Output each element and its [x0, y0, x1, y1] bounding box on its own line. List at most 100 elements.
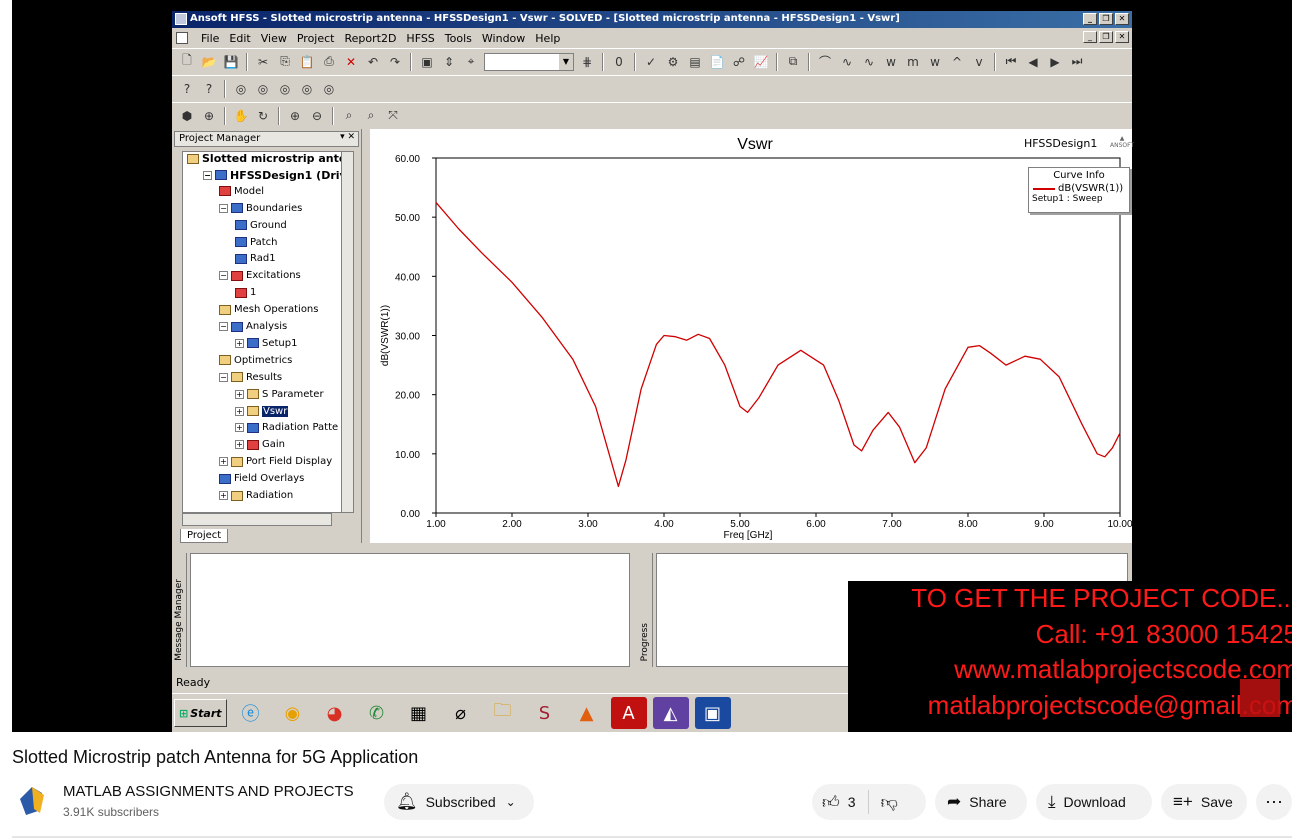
tree-item[interactable]: + Vswr — [235, 405, 289, 417]
hfss-icon[interactable]: ◭ — [652, 697, 689, 729]
download-button[interactable]: ⤓ Download — [1036, 784, 1152, 820]
menu-view[interactable]: View — [256, 32, 292, 45]
menu-tools[interactable]: Tools — [440, 32, 477, 45]
view5-icon[interactable]: ◎ — [320, 80, 338, 98]
minimize-button[interactable]: _ — [1083, 13, 1097, 25]
material-combo[interactable]: ▼ — [484, 52, 574, 71]
save-icon[interactable]: 💾 — [222, 53, 240, 71]
tree-item[interactable]: Optimetrics — [219, 355, 292, 366]
matlab-icon[interactable]: ▲ — [569, 697, 605, 729]
validate-icon[interactable]: ✓ — [642, 53, 660, 71]
last-icon[interactable]: ⏭ — [1068, 53, 1086, 71]
cut-icon[interactable]: ✂ — [254, 53, 272, 71]
share-button[interactable]: ➦ Share — [935, 784, 1027, 820]
view-icon[interactable]: ◎ — [232, 80, 250, 98]
draw-m-icon[interactable]: m — [904, 53, 922, 71]
zoom-fit-icon[interactable]: ⌕ — [340, 107, 358, 125]
tree-expander-icon[interactable]: − — [219, 322, 228, 331]
tab-project[interactable]: Project — [180, 529, 229, 543]
tree-item[interactable]: − HFSSDesign1 (Driv — [203, 169, 347, 182]
tree-item[interactable]: Model — [219, 186, 264, 197]
doc-restore-button[interactable]: ❐ — [1099, 31, 1113, 43]
tree-item[interactable]: + Gain — [235, 439, 285, 450]
menu-window[interactable]: Window — [477, 32, 530, 45]
tree-item[interactable]: + Radiation — [219, 490, 293, 501]
tree-item[interactable]: 1 — [235, 287, 256, 298]
acrobat-icon[interactable]: A — [610, 697, 647, 729]
draw-w-icon[interactable]: w — [882, 53, 900, 71]
save-button[interactable]: ≡+ Save — [1161, 784, 1247, 820]
media-player-icon[interactable]: ◉ — [275, 697, 311, 729]
draw-v-icon[interactable]: v — [970, 53, 988, 71]
tree-item[interactable]: Field Overlays — [219, 473, 304, 484]
fit-all-icon[interactable]: ⤧ — [384, 107, 402, 125]
tree-item[interactable]: + Setup1 — [235, 338, 297, 349]
draw-w2-icon[interactable]: w — [926, 53, 944, 71]
draw-arc-icon[interactable]: ⌒ — [816, 53, 834, 71]
play-icon[interactable]: ▶ — [1046, 53, 1064, 71]
internet-explorer-icon[interactable]: ⓔ — [233, 697, 269, 729]
tree-item[interactable]: Patch — [235, 237, 277, 248]
thumbs-down-icon[interactable]: 👎︎ — [881, 792, 898, 813]
tree-item[interactable]: Mesh Operations — [219, 304, 318, 315]
view2-icon[interactable]: ◎ — [254, 80, 272, 98]
project-tree[interactable]: + Radiation Field Overlays + Port Field Disp… — [182, 151, 354, 513]
model-icon[interactable]: ⬢ — [178, 107, 196, 125]
redo-icon[interactable]: ↷ — [386, 53, 404, 71]
tree-item[interactable]: + S Parameter — [235, 389, 324, 400]
whatsapp-icon[interactable]: ✆ — [359, 697, 395, 729]
like-count[interactable]: 3 — [848, 794, 856, 810]
copy-icon[interactable]: ⎘ — [276, 53, 294, 71]
thumbs-up-icon[interactable]: 👍︎ — [822, 792, 840, 813]
select-mode-icon[interactable]: ▣ — [418, 53, 436, 71]
tool-icon[interactable]: ⌀ — [443, 697, 479, 729]
whats-this-icon[interactable]: ? — [200, 80, 218, 98]
app-s-icon[interactable]: S — [527, 697, 563, 729]
subscribed-button[interactable]: 🔔︎ Subscribed ⌄ — [384, 784, 534, 820]
channel-avatar[interactable] — [12, 781, 52, 821]
menu-help[interactable]: Help — [530, 32, 565, 45]
rotate-icon[interactable]: ↻ — [254, 107, 272, 125]
help-icon[interactable]: ? — [178, 80, 196, 98]
tree-expander-icon[interactable]: − — [219, 271, 228, 281]
tree-expander-icon[interactable]: + — [235, 389, 244, 399]
menu-file[interactable]: File — [196, 32, 224, 45]
tree-horizontal-scrollbar[interactable] — [182, 513, 332, 526]
tree-expander-icon[interactable]: + — [219, 457, 228, 467]
fields-icon[interactable]: ☍ — [730, 53, 748, 71]
close-icon[interactable]: ▾ ✕ — [340, 132, 355, 142]
tree-vertical-scrollbar[interactable] — [341, 152, 353, 512]
tree-item[interactable]: Slotted microstrip ante — [187, 152, 346, 165]
report-icon[interactable]: 📄 — [708, 53, 726, 71]
snap-icon[interactable]: ⌖ — [462, 53, 480, 71]
restore-button[interactable]: ❐ — [1099, 13, 1113, 25]
draw-wave-icon[interactable]: ∿ — [838, 53, 856, 71]
doc-minimize-button[interactable]: _ — [1083, 31, 1097, 43]
draw-caret-icon[interactable]: ^ — [948, 53, 966, 71]
file-explorer-icon[interactable]: 🗀 — [485, 697, 521, 729]
open-icon[interactable]: 📂 — [200, 53, 218, 71]
delete-icon[interactable]: ✕ — [342, 53, 360, 71]
curve-info-legend[interactable]: Curve Info dB(VSWR(1)) Setup1 : Sweep — [1028, 167, 1130, 213]
pan-icon[interactable]: ✋ — [232, 107, 250, 125]
tree-item[interactable]: Ground — [235, 220, 287, 231]
view3-icon[interactable]: ◎ — [276, 80, 294, 98]
message-manager-content[interactable] — [190, 553, 630, 667]
tree-expander-icon[interactable]: − — [219, 203, 228, 213]
menu-hfss[interactable]: HFSS — [401, 32, 439, 45]
tree-item[interactable]: − Excitations — [219, 270, 301, 281]
undo-icon[interactable]: ↶ — [364, 53, 382, 71]
first-icon[interactable]: ⏮ — [1002, 53, 1020, 71]
tree-item[interactable]: − Results — [219, 372, 282, 383]
tree-item[interactable]: − Analysis — [219, 321, 287, 332]
tree-expander-icon[interactable]: + — [235, 338, 244, 348]
tree-item[interactable]: Rad1 — [235, 253, 276, 264]
tree-item[interactable]: + Port Field Display — [219, 456, 332, 467]
chip-icon[interactable]: ▦ — [401, 697, 437, 729]
doc-close-button[interactable]: ✕ — [1115, 31, 1129, 43]
zero-icon[interactable]: 0 — [610, 53, 628, 71]
video-player[interactable]: Ansoft HFSS - Slotted microstrip antenna… — [12, 0, 1292, 732]
start-button[interactable]: ⊞ Start — [174, 699, 227, 727]
tree-expander-icon[interactable]: + — [235, 440, 244, 450]
tree-expander-icon[interactable]: + — [235, 423, 244, 433]
